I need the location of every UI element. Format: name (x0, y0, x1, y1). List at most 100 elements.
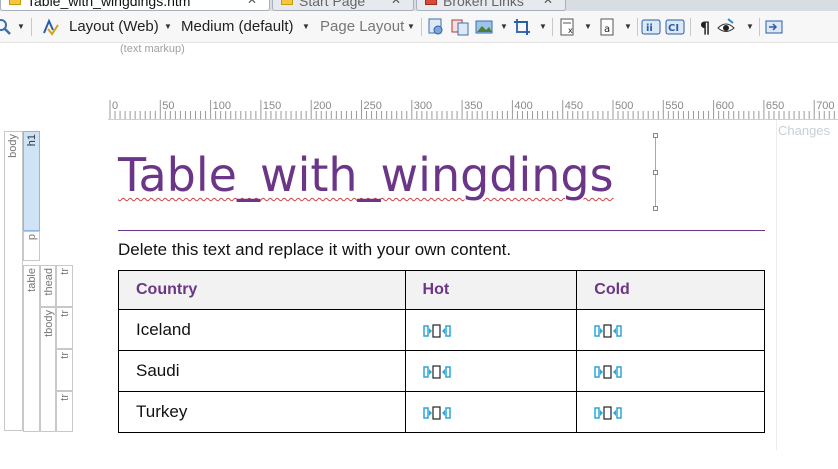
image-icon[interactable] (474, 17, 494, 37)
tag-p[interactable]: p (23, 231, 40, 261)
resize-handle[interactable] (653, 170, 658, 175)
column-header-cold[interactable]: Cold (576, 270, 765, 310)
data-table: Country Hot Cold Iceland Saudi Turkey (118, 270, 765, 433)
tag-label: tbody (43, 310, 55, 337)
tag-label: h1 (26, 134, 38, 147)
ii-icon[interactable]: ii (641, 17, 661, 37)
a-format-icon[interactable]: a (598, 17, 618, 37)
tag-label: body (7, 134, 19, 158)
resize-handle[interactable] (653, 133, 658, 138)
compare-icon[interactable] (450, 17, 470, 37)
tab-label: Table_with_wingdings.htm (27, 0, 191, 9)
hot-cell[interactable] (404, 391, 578, 433)
chevron-down-icon[interactable]: ▼ (301, 17, 311, 37)
wingding-glyph-icon (422, 323, 451, 339)
insert-icon[interactable] (764, 17, 784, 37)
table-row: Iceland (118, 309, 765, 351)
close-icon[interactable]: ✕ (247, 0, 257, 7)
broken-links-icon (425, 0, 437, 5)
tab-strip: Table_with_wingdings.htm ✕ Start Page ✕ … (0, 0, 838, 11)
separator (690, 18, 691, 36)
tag-h1[interactable]: h1 (23, 131, 40, 231)
chevron-down-icon[interactable]: ▼ (623, 17, 633, 37)
ruler-label: 300 (414, 100, 432, 112)
margin-guide (776, 120, 777, 450)
tag-label: tr (59, 268, 71, 275)
wingding-glyph-icon (422, 364, 451, 380)
chevron-down-icon[interactable]: ▼ (583, 17, 593, 37)
ruler-label: 100 (213, 100, 231, 112)
country-cell[interactable]: Saudi (118, 350, 406, 392)
pilcrow-icon[interactable]: ¶ (696, 17, 716, 37)
horizontal-ruler[interactable]: 0 50 100 150 200 250 300 350 400 450 500 550 600 650 7… (108, 98, 838, 120)
resize-handle[interactable] (653, 206, 658, 211)
tag-tr[interactable]: tr (56, 391, 73, 432)
tag-label: thead (43, 268, 55, 296)
close-icon[interactable]: ✕ (391, 0, 401, 7)
wingding-glyph-icon (422, 405, 451, 421)
tag-tr[interactable]: tr (56, 265, 73, 307)
column-header-country[interactable]: Country (118, 270, 406, 310)
cold-cell[interactable] (576, 350, 765, 392)
country-cell[interactable]: Turkey (118, 391, 406, 433)
close-icon[interactable]: ✕ (543, 0, 553, 7)
eye-icon[interactable] (716, 17, 736, 37)
tag-table[interactable]: table (23, 265, 40, 432)
page-layout-select[interactable]: Page Layout (320, 17, 404, 37)
svg-text:x: x (568, 26, 573, 35)
ruler-scale: 0 50 100 150 200 250 300 350 400 450 500 550 600 650 7… (109, 100, 835, 119)
layout-mode-select[interactable]: Layout (Web) (69, 17, 159, 37)
ruler-label: 600 (716, 100, 734, 112)
chevron-down-icon[interactable]: ▼ (406, 17, 416, 37)
page-title[interactable]: Table_with_wingdings (118, 146, 614, 204)
tab-table-with-wingdings[interactable]: Table_with_wingdings.htm ✕ (0, 0, 270, 11)
ruler-label: 550 (665, 100, 683, 112)
toolbar: ▼ Layout (Web) ▼ Medium (default) ▼ Page… (0, 11, 838, 43)
cold-cell[interactable] (576, 309, 765, 351)
tab-broken-links[interactable]: Broken Links ✕ (416, 0, 566, 11)
tab-label: Start Page (299, 0, 366, 9)
tag-tr[interactable]: tr (56, 349, 73, 391)
tab-label: Broken Links (443, 0, 524, 9)
chevron-down-icon[interactable]: ▼ (745, 17, 755, 37)
tag-thead[interactable]: thead (40, 265, 56, 307)
cold-cell[interactable] (576, 391, 765, 433)
ci-icon[interactable]: CI (665, 17, 685, 37)
tag-tbody[interactable]: tbody (40, 307, 56, 432)
svg-text:a: a (604, 24, 610, 35)
tag-label: tr (59, 352, 71, 359)
chevron-down-icon[interactable]: ▼ (16, 17, 26, 37)
ruler-label: 450 (565, 100, 583, 112)
chevron-down-icon[interactable]: ▼ (538, 17, 548, 37)
tag-body[interactable]: body (4, 131, 23, 431)
svg-text:ii: ii (646, 23, 653, 34)
chevron-down-icon[interactable]: ▼ (163, 17, 173, 37)
ruler-label: 700 (816, 100, 834, 112)
intro-paragraph[interactable]: Delete this text and replace it with you… (118, 240, 511, 260)
hot-cell[interactable] (404, 309, 578, 351)
tag-label: tr (59, 394, 71, 401)
spellcheck-icon[interactable] (40, 17, 60, 37)
tag-label: tr (59, 310, 71, 317)
separator (637, 18, 638, 36)
text-markup-label: (text markup) (120, 43, 185, 55)
column-header-hot[interactable]: Hot (404, 270, 578, 310)
chevron-down-icon[interactable]: ▼ (499, 17, 509, 37)
wingding-glyph-icon (594, 364, 623, 380)
wingding-glyph-icon (594, 405, 623, 421)
country-cell[interactable]: Iceland (118, 309, 406, 351)
tag-tr[interactable]: tr (56, 307, 73, 349)
zoom-icon[interactable] (0, 17, 14, 37)
ruler-label: 250 (364, 100, 382, 112)
size-preset-select[interactable]: Medium (default) (181, 17, 294, 37)
crop-icon[interactable] (512, 17, 532, 37)
separator (421, 18, 422, 36)
ruler-label: 50 (162, 100, 174, 112)
hot-cell[interactable] (404, 350, 578, 392)
separator (31, 18, 32, 36)
ruler-label: 350 (464, 100, 482, 112)
separator (552, 18, 553, 36)
tab-start-page[interactable]: Start Page ✕ (272, 0, 414, 11)
x-format-icon[interactable]: x (558, 17, 578, 37)
preview-icon[interactable] (426, 17, 446, 37)
